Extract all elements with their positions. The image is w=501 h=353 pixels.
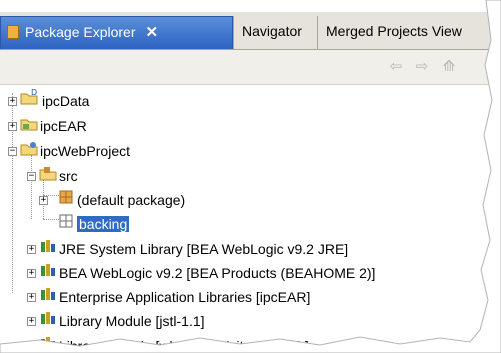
close-icon[interactable]: ✕ xyxy=(146,18,159,48)
tree-item-label: JRE System Library [BEA WebLogic v9.2 JR… xyxy=(59,241,349,257)
tree-item-library-module-wlp[interactable]: Library Module [wlp-tools-visitor-web-li… xyxy=(59,334,309,353)
tree-item-label: (default package) xyxy=(77,192,186,208)
library-icon xyxy=(41,240,55,252)
svg-text:D: D xyxy=(31,89,37,97)
tree-item-label: ipcWebProject xyxy=(40,143,131,159)
tree-item-label: Enterprise Application Libraries [ipcEAR… xyxy=(59,289,311,305)
tree-item-bea-weblogic[interactable]: BEA WebLogic v9.2 [BEA Products (BEAHOME… xyxy=(59,261,375,285)
source-folder-icon xyxy=(39,167,57,181)
expand-toggle[interactable]: + xyxy=(27,317,36,326)
tree-item-src[interactable]: src xyxy=(59,164,78,188)
view-tab-bar: Package Explorer ✕ Navigator Merged Proje… xyxy=(0,12,501,50)
library-icon xyxy=(41,337,55,349)
expand-toggle[interactable]: + xyxy=(8,97,17,106)
expand-toggle[interactable]: + xyxy=(39,196,48,205)
view-toolbar: ⇦ ⇨ ⟰ xyxy=(0,50,501,85)
expand-toggle[interactable]: + xyxy=(8,122,17,131)
tab-navigator[interactable]: Navigator xyxy=(233,16,317,49)
tab-package-explorer[interactable]: Package Explorer ✕ xyxy=(0,16,233,49)
tree-item-label: backing xyxy=(77,216,130,232)
tab-label: Package Explorer xyxy=(25,24,136,40)
expand-toggle[interactable]: + xyxy=(27,342,36,351)
package-explorer-icon xyxy=(7,25,19,39)
tree-item-label: ipcEAR xyxy=(40,118,87,134)
tab-label: Merged Projects View xyxy=(326,23,462,39)
tree-item-jre-system-library[interactable]: JRE System Library [BEA WebLogic v9.2 JR… xyxy=(59,237,348,261)
collapse-toggle[interactable]: − xyxy=(8,147,17,156)
tree-item-backing[interactable]: backing xyxy=(77,212,130,236)
tree-item-ipcdata[interactable]: ipcData xyxy=(40,89,91,113)
tab-merged-projects-view[interactable]: Merged Projects View xyxy=(317,16,501,49)
tree-item-ipcear[interactable]: ipcEAR xyxy=(40,114,87,138)
expand-toggle[interactable]: + xyxy=(27,293,36,302)
library-icon xyxy=(41,312,55,324)
forward-arrow-icon[interactable]: ⇨ xyxy=(412,57,432,77)
package-tree: + D ipcData + ipcEAR − ipcWebProject − s… xyxy=(0,85,501,353)
back-arrow-icon[interactable]: ⇦ xyxy=(386,57,406,77)
project-folder-icon: D xyxy=(20,89,38,105)
expand-toggle[interactable]: + xyxy=(27,245,36,254)
library-icon xyxy=(41,288,55,300)
ear-project-icon xyxy=(20,119,38,131)
tree-item-default-package[interactable]: (default package) xyxy=(77,188,185,212)
tree-item-label: Library Module [wlp-tools-visitor-web-li… xyxy=(59,338,309,353)
tree-item-label: BEA WebLogic v9.2 [BEA Products (BEAHOME… xyxy=(59,265,376,281)
collapse-toggle[interactable]: − xyxy=(27,172,36,181)
package-icon xyxy=(59,190,73,204)
empty-package-icon xyxy=(59,214,73,228)
tree-item-library-module-jstl[interactable]: Library Module [jstl-1.1] xyxy=(59,309,205,333)
up-folder-icon[interactable]: ⟰ xyxy=(439,57,459,77)
tree-item-enterprise-application-libraries[interactable]: Enterprise Application Libraries [ipcEAR… xyxy=(59,285,310,309)
library-icon xyxy=(41,264,55,276)
tree-item-label: Library Module [jstl-1.1] xyxy=(59,313,205,329)
package-explorer-view: Package Explorer ✕ Navigator Merged Proje… xyxy=(0,0,501,353)
tree-item-ipcwebproject[interactable]: ipcWebProject xyxy=(40,139,130,163)
tree-item-label: src xyxy=(59,168,78,184)
tree-item-label: ipcData xyxy=(42,93,90,109)
tab-label: Navigator xyxy=(242,23,302,39)
web-project-icon xyxy=(20,142,38,156)
expand-toggle[interactable]: + xyxy=(27,269,36,278)
